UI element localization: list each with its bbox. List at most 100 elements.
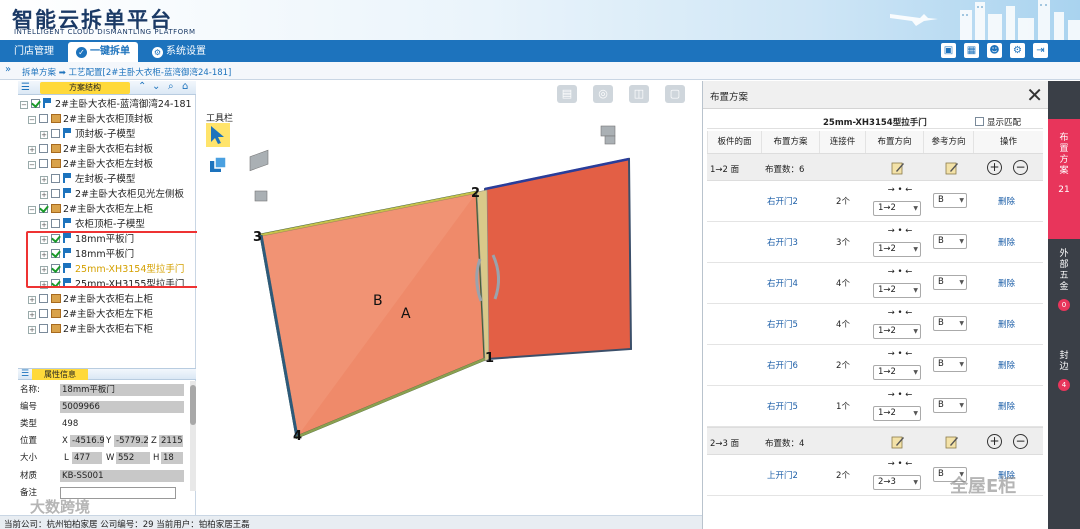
logout-icon[interactable]: ⇥ [1033, 43, 1048, 58]
tree-checkbox[interactable] [51, 129, 60, 138]
sidebar-tab-layout[interactable]: 布置方案 21 [1048, 119, 1080, 239]
edit-icon[interactable] [891, 435, 905, 449]
position-z-field[interactable]: 2115 [159, 435, 183, 447]
breadcrumb[interactable]: 拆单方案 ➡ 工艺配置[2#主卧大衣柜-蓝湾御湾24-181] [22, 66, 231, 78]
expand-toggle-icon[interactable]: + [28, 146, 36, 154]
tree-checkbox[interactable] [39, 204, 48, 213]
tree-item[interactable]: −2#主卧大衣柜左封板 [28, 158, 153, 172]
delete-link[interactable]: 删除 [998, 359, 1015, 371]
tree-item[interactable]: +2#主卧大衣柜右上柜 [28, 293, 153, 307]
tree-item[interactable]: + 衣柜顶柜-子模型 [40, 218, 145, 232]
delete-link[interactable]: 删除 [998, 236, 1015, 248]
close-icon[interactable]: ✕ [1026, 83, 1043, 107]
material-field[interactable]: KB-SS001 [60, 470, 184, 482]
expand-toggle-icon[interactable]: + [40, 131, 48, 139]
collapse-toggle-icon[interactable]: − [28, 116, 36, 124]
search-icon[interactable]: ⌕ [168, 81, 174, 92]
user-icon[interactable]: ☻ [987, 43, 1002, 58]
name-field[interactable]: 18mm平板门 [60, 384, 184, 396]
scheme-link[interactable]: 右开门5 [767, 318, 798, 330]
expand-toggle-icon[interactable]: + [28, 311, 36, 319]
collapse-chevron-icon[interactable]: » [5, 64, 11, 75]
collapse-toggle-icon[interactable]: − [28, 161, 36, 169]
direction-select[interactable]: 1→2 [873, 406, 921, 421]
tree-item[interactable]: + 左封板-子模型 [40, 173, 135, 187]
window-icon[interactable]: ▣ [941, 43, 956, 58]
expand-all-icon[interactable]: ⌃ [138, 81, 146, 92]
edit-icon[interactable] [945, 435, 959, 449]
tree-item[interactable]: −2#主卧大衣柜-蓝湾御湾24-181 [20, 98, 192, 112]
direction-select[interactable]: 1→2 [873, 365, 921, 380]
expand-toggle-icon[interactable]: + [40, 221, 48, 229]
direction-select[interactable]: 1→2 [873, 242, 921, 257]
collapse-all-icon[interactable]: ⌄ [152, 81, 160, 92]
tree-item[interactable]: −2#主卧大衣柜顶封板 [28, 113, 153, 127]
size-h-field[interactable]: 18 [161, 452, 183, 464]
reference-select[interactable]: B [933, 398, 967, 413]
delete-link[interactable]: 删除 [998, 277, 1015, 289]
scheme-link[interactable]: 右开门3 [767, 236, 798, 248]
show-match-checkbox[interactable]: 显示匹配 [975, 116, 1021, 128]
add-circle-icon[interactable]: + [987, 160, 1002, 175]
tree-item[interactable]: +2#主卧大衣柜见光左侧板 [40, 188, 184, 202]
tree-item[interactable]: +2#主卧大衣柜右封板 [28, 143, 153, 157]
menu-icon[interactable]: ☰ [21, 82, 30, 93]
direction-select[interactable]: 1→2 [873, 201, 921, 216]
gear-icon[interactable]: ⚙ [1010, 43, 1025, 58]
delete-link[interactable]: 删除 [998, 318, 1015, 330]
tree-checkbox[interactable] [51, 174, 60, 183]
scheme-link[interactable]: 右开门4 [767, 277, 798, 289]
reference-select[interactable]: B [933, 193, 967, 208]
tree-checkbox[interactable] [39, 159, 48, 168]
tab-system-settings[interactable]: ⚙ 系统设置 [144, 42, 214, 62]
expand-toggle-icon[interactable]: + [40, 176, 48, 184]
direction-select[interactable]: 1→2 [873, 324, 921, 339]
calendar-icon[interactable]: ▦ [964, 43, 979, 58]
tab-one-click-split[interactable]: ✓ 一键拆单 [68, 42, 138, 62]
reference-select[interactable]: B [933, 357, 967, 372]
tree-checkbox[interactable] [39, 309, 48, 318]
scheme-link[interactable]: 右开门6 [767, 359, 798, 371]
scheme-link[interactable]: 右开门2 [767, 195, 798, 207]
position-y-field[interactable]: -5779.2 [114, 435, 148, 447]
scheme-link[interactable]: 上开门2 [767, 469, 798, 481]
scheme-link[interactable]: 右开门5 [767, 400, 798, 412]
tab-store-management[interactable]: 门店管理 [6, 42, 62, 62]
delete-link[interactable]: 删除 [998, 195, 1015, 207]
direction-select[interactable]: 1→2 [873, 283, 921, 298]
edit-icon[interactable] [945, 161, 959, 175]
size-w-field[interactable]: 552 [116, 452, 150, 464]
direction-select[interactable]: 2→3 [873, 475, 921, 490]
tree-checkbox[interactable] [51, 189, 60, 198]
reference-select[interactable]: B [933, 275, 967, 290]
tree-checkbox[interactable] [31, 99, 40, 108]
remove-circle-icon[interactable]: − [1013, 434, 1028, 449]
tree-item[interactable]: −2#主卧大衣柜左上柜 [28, 203, 153, 217]
position-x-field[interactable]: -4516.9 [70, 435, 104, 447]
tree-checkbox[interactable] [39, 294, 48, 303]
tree-checkbox[interactable] [39, 144, 48, 153]
attributes-scrollbar[interactable] [190, 381, 196, 491]
collapse-toggle-icon[interactable]: − [20, 101, 28, 109]
expand-toggle-icon[interactable]: + [28, 296, 36, 304]
tree-checkbox[interactable] [39, 324, 48, 333]
tree-item[interactable]: + 顶封板-子模型 [40, 128, 135, 142]
collapse-toggle-icon[interactable]: − [28, 206, 36, 214]
3d-viewport[interactable]: ▤ ◎ ◫ ▢ 工具栏 3 2 1 4 B A [197, 81, 702, 515]
size-l-field[interactable]: 477 [72, 452, 102, 464]
expand-toggle-icon[interactable]: + [40, 191, 48, 199]
menu-icon[interactable]: ☰ [21, 369, 29, 379]
remove-circle-icon[interactable]: − [1013, 160, 1028, 175]
tree-item[interactable]: +2#主卧大衣柜左下柜 [28, 308, 153, 322]
sidebar-tab-edging[interactable]: 封边 4 [1048, 343, 1080, 403]
sidebar-tab-hardware[interactable]: 外部五金 0 [1048, 239, 1080, 319]
tree-checkbox[interactable] [39, 114, 48, 123]
add-circle-icon[interactable]: + [987, 434, 1002, 449]
code-field[interactable]: 5009966 [60, 401, 184, 413]
edit-icon[interactable] [891, 161, 905, 175]
home-icon[interactable]: ⌂ [182, 81, 188, 92]
tree-checkbox[interactable] [51, 219, 60, 228]
reference-select[interactable]: B [933, 316, 967, 331]
reference-select[interactable]: B [933, 234, 967, 249]
tree-item[interactable]: +2#主卧大衣柜右下柜 [28, 323, 153, 337]
